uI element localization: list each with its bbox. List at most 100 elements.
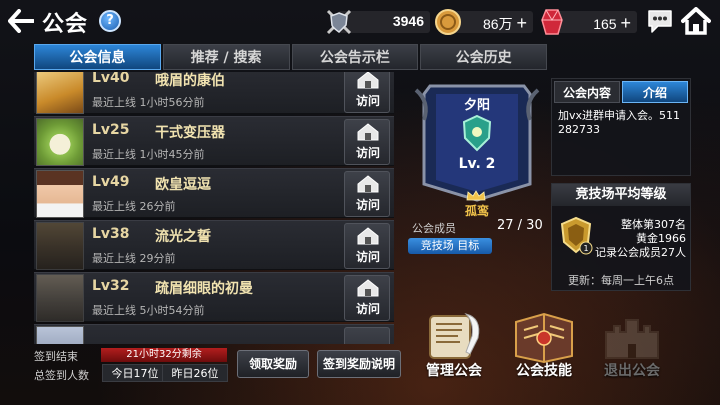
house-icon (357, 123, 379, 141)
scroll-quill-icon (429, 313, 480, 359)
member-name: 疏眉细眼的初曼 (155, 281, 253, 297)
visit-label: 访问 (355, 94, 380, 108)
member-last-online: 最近上线 5小时54分前 (92, 304, 205, 317)
guild-leader-name: 孤鸾 (464, 204, 489, 218)
leave-guild-button[interactable]: 退出公会 (590, 308, 674, 382)
tab-bar: 公会信息 推荐 / 搜索 公会告示栏 公会历史 (34, 44, 549, 70)
gold-plus-icon[interactable]: + (516, 13, 527, 33)
signin-countdown: 21小时32分剩余 (101, 348, 227, 362)
guild-members-label: 公会成员 (412, 222, 456, 235)
visit-label: 访问 (355, 146, 380, 160)
member-level: Lv25 (92, 122, 130, 138)
home-icon[interactable] (681, 7, 711, 35)
member-level: Lv49 (92, 174, 130, 190)
member-avatar (36, 118, 84, 166)
tab-recommend-search[interactable]: 推荐 / 搜索 (162, 44, 290, 70)
signin-today: 今日17位 (102, 364, 168, 382)
leave-guild-label: 退出公会 (604, 363, 660, 379)
tab-bulletin-board[interactable]: 公会告示栏 (291, 44, 419, 70)
member-name: 干式变压器 (155, 125, 225, 141)
member-level: Lv32 (92, 278, 130, 294)
visit-button[interactable]: 访问 (344, 72, 390, 113)
crown-icon (466, 190, 486, 201)
emblem-number: 1 (583, 244, 588, 253)
signin-yesterday: 昨日26位 (162, 364, 228, 382)
signin-reward-info-button[interactable]: 签到奖励说明 (317, 350, 401, 378)
back-arrow-icon[interactable] (8, 9, 34, 33)
member-last-online: 最近上线 26分前 (92, 200, 176, 213)
member-row: Lv40 哦眉的康伯 最近上线 1小时56分前 访问 (34, 72, 394, 114)
signin-end-label: 签到结束 (34, 350, 78, 363)
arena-target-button[interactable]: 竞技场 目标 (408, 238, 492, 254)
member-list[interactable]: Lv40 哦眉的康伯 最近上线 1小时56分前 访问 Lv25 干式变压器 最近… (34, 72, 394, 344)
member-row: Lv32 疏眉细眼的初曼 最近上线 5小时54分前 访问 (34, 272, 394, 322)
spellbook-icon (515, 312, 573, 364)
visit-button[interactable]: 访问 (344, 119, 390, 165)
help-icon[interactable]: ? (99, 10, 121, 32)
shield-value: 3946 (392, 13, 424, 29)
member-last-online: 最近上线 1小时56分前 (92, 96, 205, 109)
member-level: Lv40 (92, 72, 130, 86)
member-last-online: 最近上线 1小时45分前 (92, 148, 205, 161)
guild-skills-label: 公会技能 (516, 363, 572, 379)
gold-value[interactable]: 86万 + (483, 13, 527, 34)
member-name: 流光之誓 (155, 229, 211, 245)
shield-swords-icon (326, 9, 352, 35)
guild-name: 夕阳 (463, 98, 490, 113)
visit-button[interactable]: 访问 (344, 223, 390, 269)
tab-guild-info[interactable]: 公会信息 (34, 44, 161, 70)
member-row: Lv38 流光之誓 最近上线 29分前 访问 (34, 220, 394, 270)
arena-record: 记录公会成员27人 (595, 246, 686, 259)
member-avatar (36, 170, 84, 218)
member-row-partial (34, 324, 394, 344)
visit-button[interactable]: 访问 (344, 275, 390, 321)
notice-panel: 公会内容 介绍 加vx进群申请入会。511282733 (551, 78, 691, 176)
guild-members-count: 27 / 30 (497, 218, 543, 233)
visit-button[interactable] (344, 327, 390, 344)
member-row: Lv25 干式变压器 最近上线 1小时45分前 访问 (34, 116, 394, 166)
gem-plus-icon[interactable]: + (620, 13, 631, 33)
gem-value[interactable]: 165 + (593, 13, 631, 34)
guild-level: Lv. 2 (458, 156, 496, 172)
notice-tab-intro[interactable]: 介绍 (622, 81, 688, 103)
visit-label: 访问 (355, 250, 380, 264)
claim-reward-button[interactable]: 领取奖励 (237, 350, 309, 378)
member-name: 哦眉的康伯 (155, 73, 225, 89)
guild-banner: 夕阳 Lv. 2 (410, 80, 544, 202)
member-avatar (36, 274, 84, 322)
member-name: 欧皇逗逗 (155, 177, 211, 193)
arena-average-panel: 竞技场平均等级 1 整体第307名 黄金1966 记录公会成员27人 更新：每周… (551, 183, 691, 291)
visit-button[interactable]: 访问 (344, 171, 390, 217)
gold-currency: 86万 + (435, 9, 533, 35)
visit-label: 访问 (355, 198, 380, 212)
house-icon (357, 279, 379, 297)
house-icon (357, 227, 379, 245)
visit-label: 访问 (355, 302, 380, 316)
shield-currency: 3946 (326, 9, 430, 35)
gem-currency: 165 + (541, 9, 637, 35)
gold-tier-emblem-icon: 1 (560, 216, 593, 255)
house-icon (357, 175, 379, 193)
chat-bubble-icon[interactable] (646, 8, 674, 34)
signin-total-label: 总签到人数 (34, 369, 89, 382)
signin-panel: 签到结束 21小时32分剩余 总签到人数 今日17位 昨日26位 领取奖励 签到… (30, 344, 402, 404)
top-bar: 公会 ? 3946 86万 + 165 + (0, 0, 720, 42)
member-avatar (36, 222, 84, 270)
arena-update-time: 更新：每周一上午6点 (568, 274, 674, 287)
manage-guild-button[interactable]: 管理公会 (412, 308, 496, 382)
page-title: 公会 (42, 12, 89, 37)
guild-skills-button[interactable]: 公会技能 (502, 308, 586, 382)
house-icon (357, 72, 379, 89)
castle-icon (605, 319, 659, 359)
member-row: Lv49 欧皇逗逗 最近上线 26分前 访问 (34, 168, 394, 218)
notice-tab-content[interactable]: 公会内容 (554, 81, 620, 103)
member-avatar (36, 72, 84, 114)
member-level: Lv38 (92, 226, 130, 242)
notice-text: 加vx进群申请入会。511282733 (558, 109, 681, 136)
arena-title: 竞技场平均等级 (552, 184, 690, 206)
manage-guild-label: 管理公会 (426, 363, 482, 379)
gold-coin-icon (435, 9, 461, 35)
tab-guild-history[interactable]: 公会历史 (420, 44, 547, 70)
red-gem-icon (541, 9, 563, 35)
member-avatar (36, 326, 84, 344)
